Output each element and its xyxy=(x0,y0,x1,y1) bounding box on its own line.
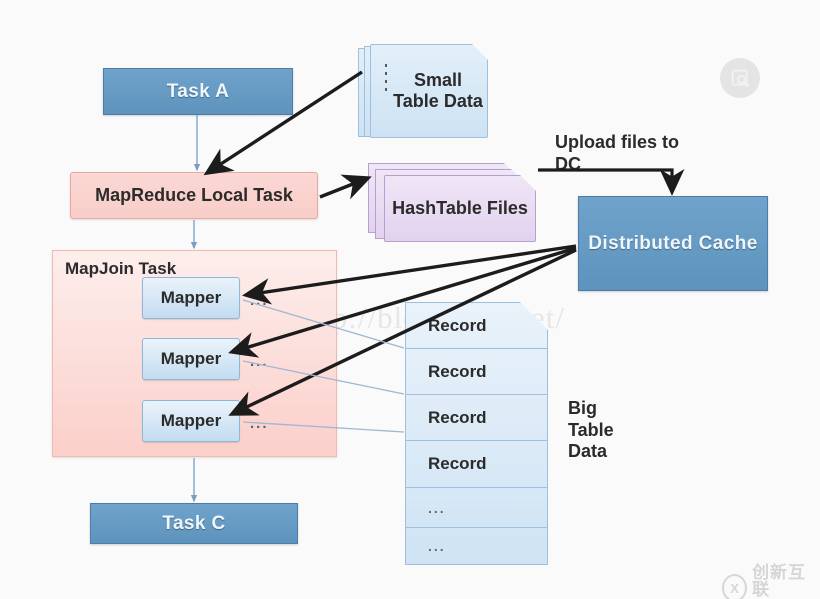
record-row-ellipsis: ... xyxy=(406,488,547,528)
big-table-records[interactable]: Record Record Record Record ... ... xyxy=(405,302,548,565)
mapper-box-3[interactable]: Mapper xyxy=(142,400,240,442)
distributed-cache-label: Distributed Cache xyxy=(588,232,758,254)
task-c-box[interactable]: Task C xyxy=(90,503,298,544)
brand-logo-cn: 创新互联 xyxy=(752,563,807,599)
task-c-label: Task C xyxy=(162,512,226,534)
edge-mrlocal-to-hashtable xyxy=(319,174,372,200)
brand-logo-mark: X xyxy=(722,574,748,599)
hashtable-files-label: HashTable Files xyxy=(392,197,528,218)
mapper-label-3: Mapper xyxy=(160,411,222,430)
mapjoin-task-label: MapJoin Task xyxy=(65,259,177,278)
task-a-label: Task A xyxy=(166,80,230,102)
small-table-data-label: Small Table Data xyxy=(393,69,483,111)
small-table-dotted-line xyxy=(385,64,387,96)
diagram-canvas: http://blog.csdn.net/ Task A MapReduce L… xyxy=(0,0,820,599)
record-row: Record xyxy=(406,303,547,349)
big-table-data-label: Big Table Data xyxy=(568,398,614,462)
task-a-box[interactable]: Task A xyxy=(103,68,293,115)
record-row-ellipsis: ... xyxy=(428,538,446,554)
mapper-label-1: Mapper xyxy=(160,288,222,307)
upload-files-to-dc-label: Upload files to DC xyxy=(555,132,680,174)
mapper-dots-1: ... xyxy=(250,292,269,309)
mapreduce-local-task-box[interactable]: MapReduce Local Task xyxy=(70,172,318,219)
brand-watermark: X 创新互联 CHUANG XIN HU LIAN xyxy=(722,564,820,599)
record-row: Record xyxy=(406,395,547,441)
mapper-dots-3: ... xyxy=(250,415,269,432)
mapreduce-local-task-label: MapReduce Local Task xyxy=(95,185,293,205)
hashtable-card-front: HashTable Files xyxy=(384,175,536,242)
record-row: Record xyxy=(406,441,547,488)
brand-logo-text: 创新互联 CHUANG XIN HU LIAN xyxy=(752,564,820,599)
hashtable-files-stack[interactable]: HashTable Files xyxy=(368,157,536,242)
image-search-icon xyxy=(720,58,760,98)
mapper-label-2: Mapper xyxy=(160,349,222,368)
record-row: Record xyxy=(406,349,547,395)
mapper-dots-2: ... xyxy=(250,353,269,370)
image-search-glyph xyxy=(731,69,749,87)
mapper-box-1[interactable]: Mapper xyxy=(142,277,240,319)
small-table-data-stack[interactable]: Small Table Data xyxy=(358,44,488,141)
mapper-box-2[interactable]: Mapper xyxy=(142,338,240,380)
distributed-cache-box[interactable]: Distributed Cache xyxy=(578,196,768,291)
small-table-card-front: Small Table Data xyxy=(370,44,488,138)
